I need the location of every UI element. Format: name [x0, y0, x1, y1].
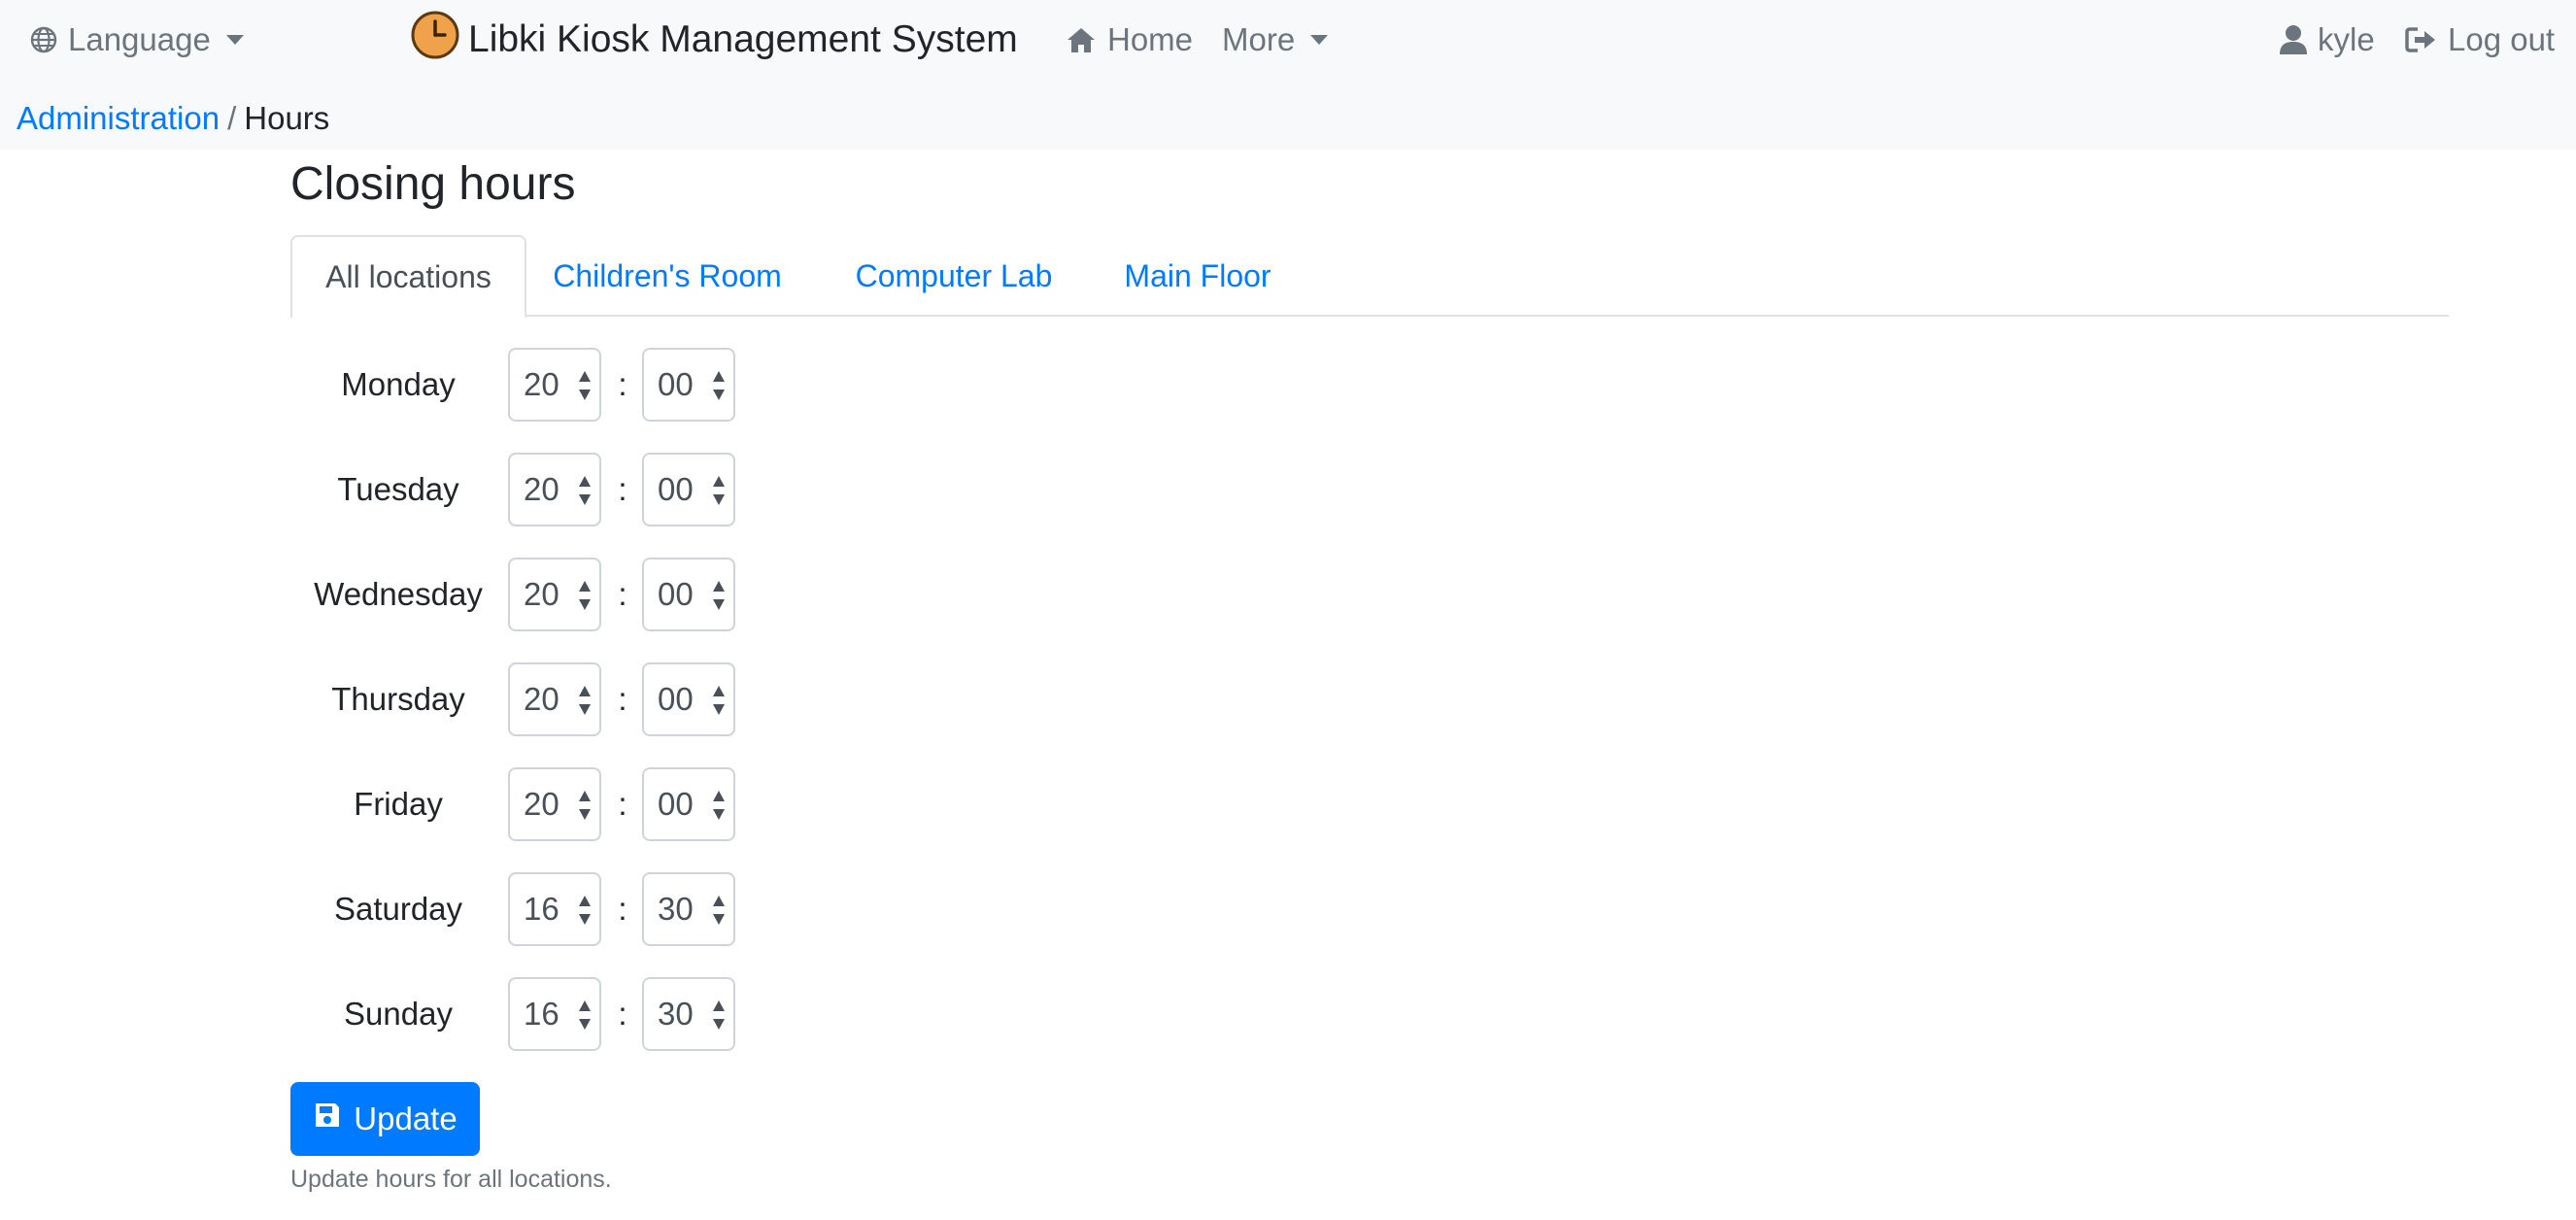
day-label: Thursday: [331, 681, 465, 717]
breadcrumb-administration-link[interactable]: Administration: [17, 100, 220, 137]
minute-stepper[interactable]: 30: [642, 977, 735, 1051]
hour-value: 20: [524, 681, 559, 717]
hour-value: 20: [524, 366, 559, 402]
logout-label: Log out: [2448, 21, 2556, 57]
chevron-down-icon: [225, 35, 244, 45]
day-row-saturday: Saturday 16:30: [290, 872, 796, 946]
save-icon: [313, 1101, 354, 1137]
minute-value: 30: [658, 996, 694, 1032]
hour-value: 16: [524, 891, 559, 927]
day-row-sunday: Sunday 16:30: [290, 977, 796, 1051]
globe-icon: [29, 25, 58, 54]
day-row-wednesday: Wednesday 20:00: [290, 558, 796, 631]
spinner-arrows-icon[interactable]: [578, 789, 592, 822]
day-label: Monday: [341, 366, 456, 402]
spinner-arrows-icon[interactable]: [712, 999, 726, 1032]
minute-value: 00: [658, 366, 694, 402]
more-label: More: [1222, 21, 1296, 57]
minute-value: 00: [658, 681, 694, 717]
hour-stepper[interactable]: 20: [508, 558, 601, 631]
time-separator: :: [618, 996, 627, 1032]
spinner-arrows-icon[interactable]: [578, 474, 592, 507]
hour-value: 20: [524, 471, 559, 507]
update-button[interactable]: Update: [290, 1082, 480, 1156]
minute-value: 00: [658, 576, 694, 612]
time-separator: :: [618, 366, 627, 402]
spinner-arrows-icon[interactable]: [578, 684, 592, 717]
time-separator: :: [618, 576, 627, 612]
sign-out-icon: [2405, 25, 2438, 54]
minute-stepper[interactable]: 00: [642, 662, 735, 736]
time-separator: :: [618, 891, 627, 927]
breadcrumb-current: Hours: [244, 100, 330, 136]
spinner-arrows-icon[interactable]: [578, 894, 592, 927]
spinner-arrows-icon[interactable]: [712, 579, 726, 612]
hour-value: 20: [524, 576, 559, 612]
day-row-tuesday: Tuesday 20:00: [290, 453, 796, 526]
hour-value: 20: [524, 786, 559, 822]
tab-main-floor[interactable]: Main Floor: [1102, 235, 1293, 317]
time-separator: :: [618, 786, 627, 822]
time-separator: :: [618, 681, 627, 717]
user-label: kyle: [2318, 21, 2375, 57]
update-label: Update: [354, 1101, 458, 1136]
hour-stepper[interactable]: 20: [508, 453, 601, 526]
minute-stepper[interactable]: 00: [642, 558, 735, 631]
spinner-arrows-icon[interactable]: [712, 684, 726, 717]
logout-link[interactable]: Log out: [2405, 17, 2555, 62]
spinner-arrows-icon[interactable]: [712, 474, 726, 507]
location-tabs: All locations Children's Room Computer L…: [290, 235, 2449, 319]
page-title: Closing hours: [290, 158, 576, 210]
hour-stepper[interactable]: 20: [508, 662, 601, 736]
day-label: Saturday: [333, 891, 463, 927]
spinner-arrows-icon[interactable]: [712, 369, 726, 402]
day-label: Tuesday: [337, 471, 459, 507]
hour-value: 16: [524, 996, 559, 1032]
day-label: Sunday: [344, 996, 453, 1032]
minute-stepper[interactable]: 30: [642, 872, 735, 946]
home-label: Home: [1107, 21, 1194, 57]
tab-computer-lab[interactable]: Computer Lab: [832, 235, 1075, 317]
day-row-friday: Friday 20:00: [290, 767, 796, 841]
spinner-arrows-icon[interactable]: [578, 579, 592, 612]
language-label: Language: [68, 21, 211, 57]
minute-value: 00: [658, 471, 694, 507]
tab-childrens-room[interactable]: Children's Room: [536, 235, 798, 317]
chevron-down-icon: [1310, 35, 1329, 45]
clock-icon: [410, 10, 460, 70]
minute-stepper[interactable]: 00: [642, 348, 735, 422]
tab-all-locations[interactable]: All locations: [290, 235, 526, 319]
minute-stepper[interactable]: 00: [642, 453, 735, 526]
home-link[interactable]: Home: [1065, 17, 1193, 62]
spinner-arrows-icon[interactable]: [712, 894, 726, 927]
top-navbar: Language Libki Kiosk Management System H…: [0, 0, 2576, 150]
brand-link[interactable]: Libki Kiosk Management System: [410, 11, 1018, 66]
breadcrumb: Administration / Hours: [17, 97, 329, 140]
brand-title: Libki Kiosk Management System: [468, 18, 1018, 60]
user-menu[interactable]: kyle: [2279, 17, 2375, 62]
day-label: Wednesday: [314, 576, 483, 612]
day-row-monday: Monday 20:00: [290, 348, 796, 422]
user-icon: [2279, 24, 2308, 55]
hour-stepper[interactable]: 20: [508, 767, 601, 841]
spinner-arrows-icon[interactable]: [578, 999, 592, 1032]
hour-stepper[interactable]: 16: [508, 872, 601, 946]
day-row-thursday: Thursday 20:00: [290, 662, 796, 736]
spinner-arrows-icon[interactable]: [712, 789, 726, 822]
minute-value: 30: [658, 891, 694, 927]
time-separator: :: [618, 471, 627, 507]
minute-stepper[interactable]: 00: [642, 767, 735, 841]
language-dropdown[interactable]: Language: [29, 17, 244, 62]
help-text: Update hours for all locations.: [290, 1166, 612, 1193]
home-icon: [1065, 25, 1098, 54]
spinner-arrows-icon[interactable]: [578, 369, 592, 402]
hour-stepper[interactable]: 16: [508, 977, 601, 1051]
day-label: Friday: [354, 786, 443, 822]
minute-value: 00: [658, 786, 694, 822]
more-dropdown[interactable]: More: [1222, 17, 1329, 62]
breadcrumb-separator: /: [227, 100, 237, 136]
hour-stepper[interactable]: 20: [508, 348, 601, 422]
